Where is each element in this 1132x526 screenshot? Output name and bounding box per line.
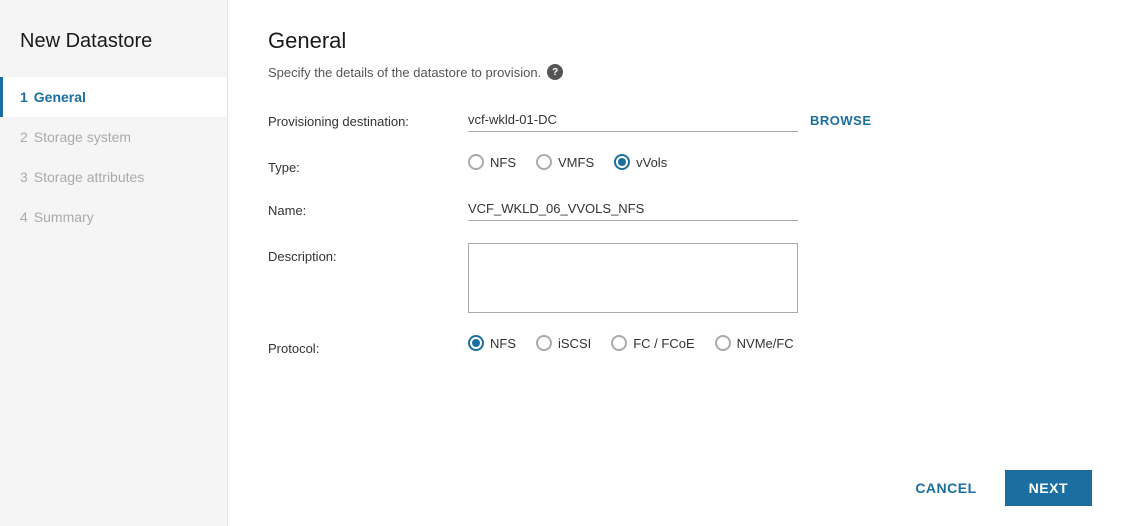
provisioning-destination-label: Provisioning destination: [268,108,468,129]
description-textarea[interactable] [468,243,798,313]
protocol-field: NFS iSCSI FC / FCoE NVMe/FC [468,335,1092,351]
cancel-button[interactable]: CANCEL [899,472,992,504]
description-label: Description: [268,243,468,264]
browse-button[interactable]: BROWSE [810,113,872,128]
sidebar-item-general[interactable]: 1 General [0,77,227,117]
sidebar-item-summary[interactable]: 4 Summary [0,197,227,237]
type-nfs-radio[interactable] [468,154,484,170]
protocol-nfs-label: NFS [490,336,516,351]
sidebar-item-label: General [34,89,86,105]
description-row: Description: [268,243,1092,313]
sidebar: New Datastore 1 General 2 Storage system… [0,0,228,526]
sidebar-item-storage-system[interactable]: 2 Storage system [0,117,227,157]
type-vmfs-label: VMFS [558,155,594,170]
sidebar-item-number: 3 [20,169,28,185]
next-button[interactable]: NEXT [1005,470,1092,506]
protocol-nfs-radio[interactable] [468,335,484,351]
type-vvols-radio[interactable] [614,154,630,170]
type-vvols-label: vVols [636,155,667,170]
sidebar-item-number: 2 [20,129,28,145]
type-vvols-option[interactable]: vVols [614,154,667,170]
provisioning-destination-row: Provisioning destination: BROWSE [268,108,1092,132]
protocol-nfs-option[interactable]: NFS [468,335,516,351]
page-title: General [268,28,1092,54]
protocol-iscsi-radio[interactable] [536,335,552,351]
sidebar-item-label: Summary [34,209,94,225]
sidebar-item-label: Storage system [34,129,131,145]
subtitle-text: Specify the details of the datastore to … [268,65,541,80]
name-row: Name: [268,197,1092,221]
protocol-nvme-label: NVMe/FC [737,336,794,351]
protocol-row: Protocol: NFS iSCSI FC / FCoE NVMe/FC [268,335,1092,356]
form: Provisioning destination: BROWSE Type: N… [268,108,1092,454]
name-input[interactable] [468,197,798,221]
protocol-fc-label: FC / FCoE [633,336,694,351]
type-field: NFS VMFS vVols [468,154,1092,170]
name-label: Name: [268,197,468,218]
type-vmfs-option[interactable]: VMFS [536,154,594,170]
protocol-nvme-option[interactable]: NVMe/FC [715,335,794,351]
type-nfs-option[interactable]: NFS [468,154,516,170]
description-field [468,243,1092,313]
type-row: Type: NFS VMFS vVols [268,154,1092,175]
protocol-label: Protocol: [268,335,468,356]
main-content: General Specify the details of the datas… [228,0,1132,526]
protocol-fc-radio[interactable] [611,335,627,351]
sidebar-item-label: Storage attributes [34,169,145,185]
type-nfs-label: NFS [490,155,516,170]
protocol-nvme-radio[interactable] [715,335,731,351]
type-label: Type: [268,154,468,175]
protocol-iscsi-label: iSCSI [558,336,591,351]
protocol-fc-option[interactable]: FC / FCoE [611,335,694,351]
provisioning-destination-input[interactable] [468,108,798,132]
type-vmfs-radio[interactable] [536,154,552,170]
name-field [468,197,1092,221]
help-icon[interactable]: ? [547,64,563,80]
sidebar-item-number: 4 [20,209,28,225]
provisioning-destination-field: BROWSE [468,108,1092,132]
sidebar-title: New Datastore [0,20,227,77]
protocol-iscsi-option[interactable]: iSCSI [536,335,591,351]
footer: CANCEL NEXT [268,454,1092,506]
subtitle: Specify the details of the datastore to … [268,64,1092,80]
sidebar-item-number: 1 [20,89,28,105]
sidebar-item-storage-attributes[interactable]: 3 Storage attributes [0,157,227,197]
